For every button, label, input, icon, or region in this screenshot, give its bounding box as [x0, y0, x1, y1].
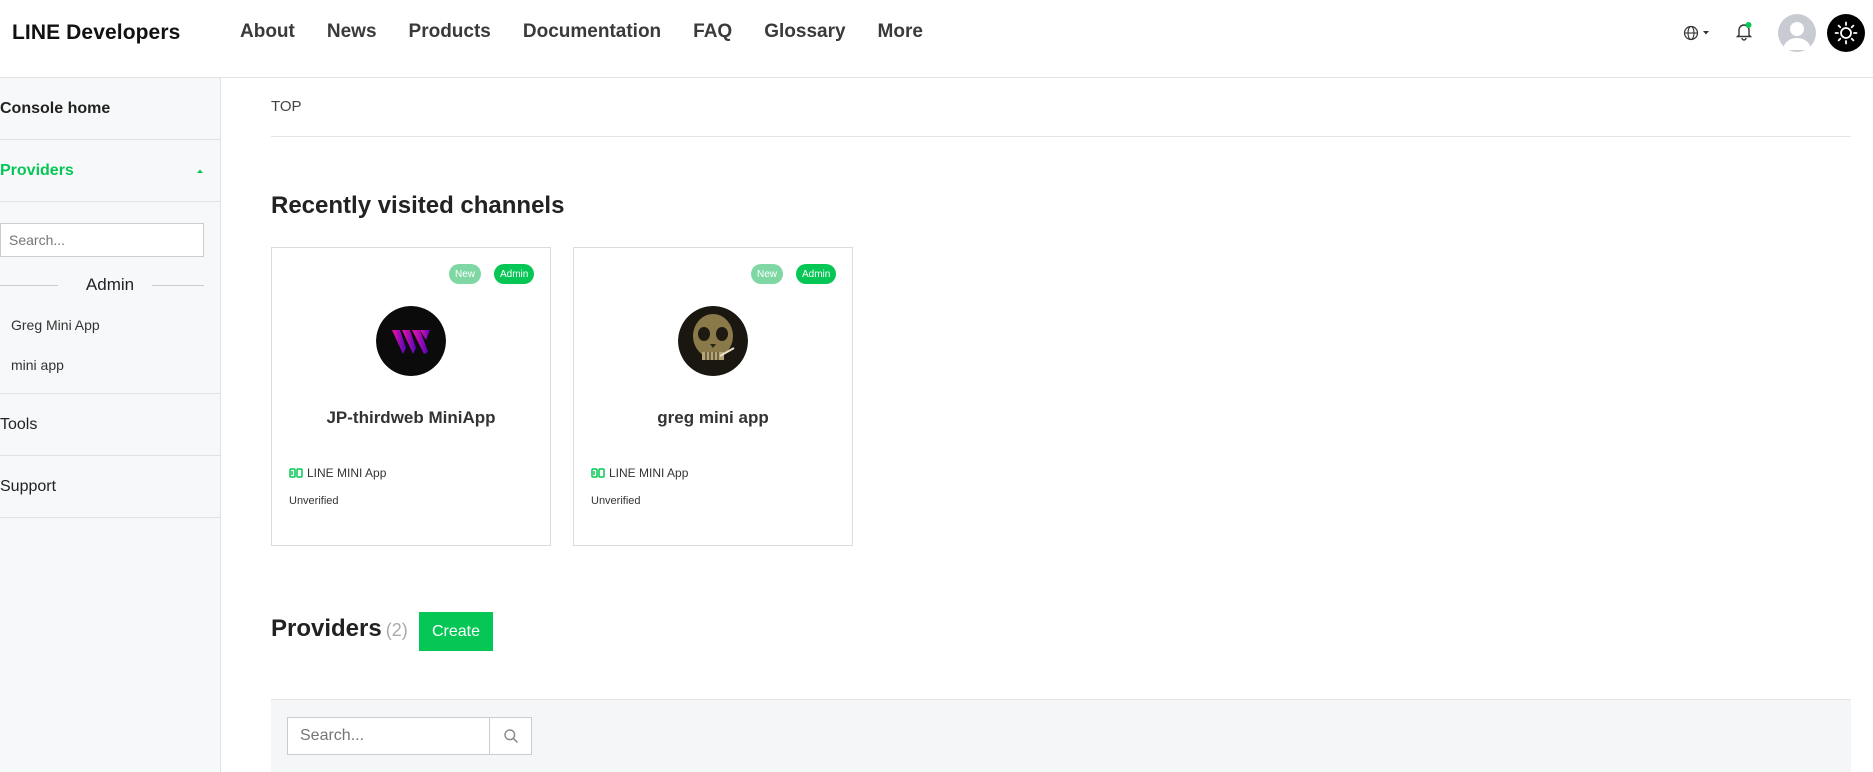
top-header: LINE Developers About News Products Docu…	[0, 0, 1873, 78]
channel-status: Unverified	[289, 495, 339, 507]
sidebar-group-header: Admin	[0, 265, 220, 305]
sidebar-tools[interactable]: Tools	[0, 394, 220, 456]
admin-badge: Admin	[494, 264, 535, 284]
channel-card[interactable]: New Admin JP-thirdweb MiniApp LINE MINI …	[271, 247, 551, 546]
mini-app-icon	[591, 468, 605, 478]
sidebar-providers-panel: Admin Greg Mini App mini app	[0, 202, 220, 394]
channel-status: Unverified	[591, 495, 641, 507]
admin-badge: Admin	[796, 264, 837, 284]
main-nav: About News Products Documentation FAQ Gl…	[240, 21, 955, 43]
nav-more[interactable]: More	[878, 21, 923, 43]
providers-title: Providers (2)	[271, 615, 408, 643]
nav-about[interactable]: About	[240, 21, 295, 43]
divider-left	[0, 285, 58, 286]
channel-name: greg mini app	[657, 408, 769, 427]
globe-icon	[1683, 25, 1699, 41]
nav-faq[interactable]: FAQ	[693, 21, 732, 43]
brand-logo[interactable]: LINE Developers	[12, 21, 180, 45]
providers-count: (2)	[385, 620, 408, 640]
recent-channels-title: Recently visited channels	[271, 192, 565, 219]
language-selector[interactable]	[1683, 20, 1723, 46]
sidebar: Console home Providers Admin Greg Mini A…	[0, 78, 221, 772]
providers-search-input[interactable]	[287, 717, 490, 755]
providers-title-label: Providers	[271, 615, 382, 642]
user-avatar[interactable]	[1778, 14, 1816, 52]
avatar-icon	[1783, 22, 1811, 50]
theme-toggle[interactable]	[1827, 14, 1865, 52]
divider-right	[146, 285, 204, 286]
new-badge: New	[751, 264, 784, 284]
sidebar-item-mini-app[interactable]: mini app	[0, 345, 220, 385]
nav-products[interactable]: Products	[409, 21, 491, 43]
thirdweb-logo-icon	[376, 306, 446, 376]
sidebar-console-home[interactable]: Console home	[0, 78, 220, 140]
sidebar-item-greg-mini-app[interactable]: Greg Mini App	[0, 305, 220, 345]
sidebar-search-input[interactable]	[0, 223, 204, 257]
sidebar-support[interactable]: Support	[0, 456, 220, 518]
nav-documentation[interactable]: Documentation	[523, 21, 661, 43]
nav-glossary[interactable]: Glossary	[764, 21, 845, 43]
new-badge: New	[449, 264, 482, 284]
sidebar-group-label: Admin	[67, 275, 153, 295]
channel-type: LINE MINI App	[591, 466, 688, 480]
breadcrumb: TOP	[271, 98, 302, 115]
search-icon	[503, 729, 518, 743]
caret-down-icon	[1703, 31, 1709, 35]
notifications-button[interactable]	[1733, 20, 1759, 46]
channel-type: LINE MINI App	[289, 466, 386, 480]
providers-filter-bar	[271, 699, 1851, 772]
channel-name: JP-thirdweb MiniApp	[326, 408, 496, 427]
nav-news[interactable]: News	[327, 21, 377, 43]
providers-search-button[interactable]	[489, 717, 532, 755]
channel-type-label: LINE MINI App	[307, 466, 387, 480]
channel-logo	[376, 306, 446, 376]
sidebar-providers-label: Providers	[0, 161, 74, 179]
create-provider-button[interactable]: Create	[419, 612, 493, 651]
mini-app-icon	[289, 468, 303, 478]
channel-logo	[678, 306, 748, 376]
sidebar-providers-toggle[interactable]: Providers	[0, 140, 220, 202]
channel-type-label: LINE MINI App	[609, 466, 689, 480]
channel-card[interactable]: New Admin greg mini app LINE MINI App Un…	[573, 247, 853, 546]
sun-icon	[1834, 21, 1858, 45]
skull-image-icon	[678, 306, 748, 376]
chevron-up-icon	[197, 169, 203, 173]
bell-icon	[1735, 22, 1753, 41]
breadcrumb-divider	[271, 136, 1851, 137]
